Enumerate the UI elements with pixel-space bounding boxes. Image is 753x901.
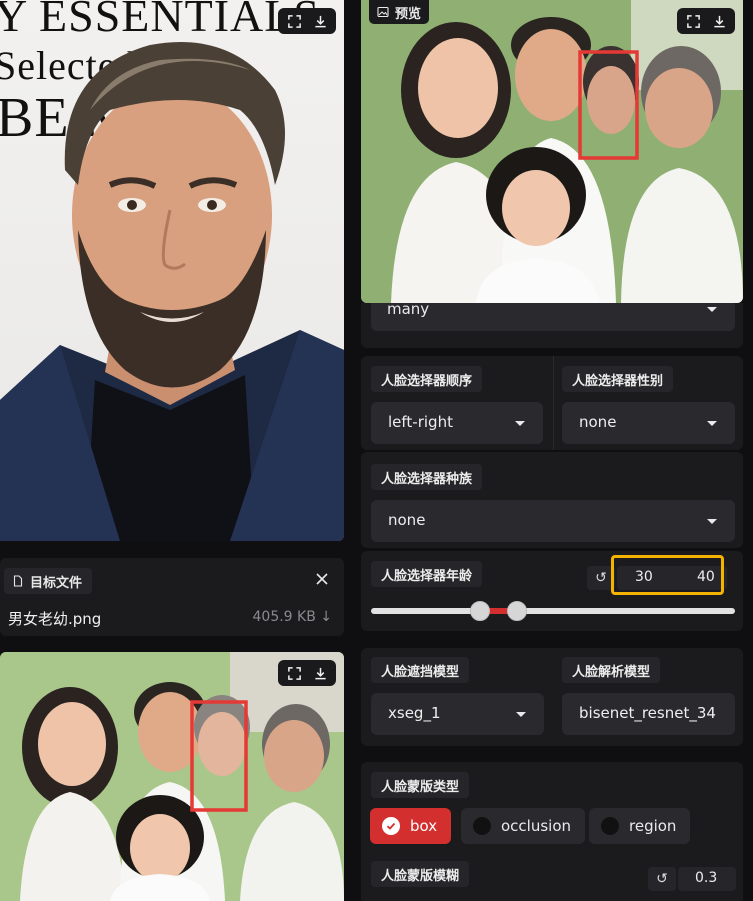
face-selector-race-label: 人脸选择器种族 (371, 464, 483, 490)
face-selector-gender-label: 人脸选择器性别 (562, 366, 674, 392)
target-image-toolbar (278, 660, 336, 686)
face-selector-mode-value: many (387, 300, 430, 318)
age-range-slider[interactable] (371, 601, 735, 621)
face-selector-order-label: 人脸选择器顺序 (371, 366, 483, 392)
chevron-down-icon (515, 421, 525, 426)
face-mask-types-label: 人脸蒙版类型 (371, 772, 470, 798)
target-file-panel: 目标文件 男女老幼.png 405.9 KB ↓ (0, 558, 344, 636)
chevron-down-icon (707, 307, 717, 312)
face-selector-race-dropdown[interactable]: none (371, 500, 735, 542)
source-image: Y ESSENTIALS Selected BE M (0, 0, 344, 541)
face-selector-order-dropdown[interactable]: left-right (371, 402, 543, 444)
face-selector-gender-value: none (579, 413, 617, 431)
image-icon (377, 6, 389, 18)
mask-type-occlusion[interactable]: occlusion (461, 808, 586, 844)
target-family-illustration (0, 652, 344, 901)
file-icon (13, 575, 23, 587)
age-slider-thumb-max[interactable] (506, 601, 527, 621)
chevron-down-icon (707, 421, 717, 426)
face-parser-model-label: 人脸解析模型 (562, 657, 661, 683)
face-selector-mode-panel: many (361, 300, 743, 348)
target-file-label-text: 目标文件 (30, 575, 83, 591)
preview-image: 预览 (361, 0, 743, 303)
age-highlight-box (611, 555, 724, 595)
radio-dot-icon (601, 817, 619, 835)
target-file-name[interactable]: 男女老幼.png (8, 608, 101, 629)
preview-label: 预览 (369, 0, 430, 24)
age-slider-thumb-min[interactable] (470, 601, 491, 621)
face-parser-model-value: bisenet_resnet_34 (579, 704, 716, 722)
chevron-down-icon (707, 519, 717, 524)
blur-value: 0.3 (695, 870, 718, 886)
download-button[interactable] (308, 9, 332, 33)
preview-label-text: 预览 (395, 6, 422, 22)
face-parser-model-dropdown[interactable]: bisenet_resnet_34 (562, 693, 735, 735)
target-file-size: 405.9 KB ↓ (252, 609, 333, 625)
preview-fullscreen-button[interactable] (681, 9, 705, 33)
source-image-toolbar (278, 8, 336, 34)
target-image (0, 652, 344, 901)
mask-type-region-label: region (629, 817, 677, 835)
face-selector-age-label: 人脸选择器年龄 (371, 561, 483, 587)
face-selector-age-card: 人脸选择器年龄 ↺ 30 40 (361, 551, 743, 631)
face-selector-order-value: left-right (388, 413, 453, 431)
target-file-label: 目标文件 (4, 568, 93, 594)
mask-type-region[interactable]: region (589, 808, 691, 844)
face-selector-race-card: 人脸选择器种族 none (361, 452, 743, 548)
download-icon (713, 15, 725, 27)
face-mask-card: 人脸蒙版类型 box occlusion region 人脸蒙版模糊 ↺ 0.3 (361, 762, 743, 901)
preview-toolbar (677, 8, 735, 34)
fullscreen-icon (287, 666, 301, 680)
fullscreen-icon (686, 14, 700, 28)
target-download-button[interactable] (308, 661, 332, 685)
preview-family-illustration (361, 0, 743, 303)
mask-type-box-label: box (410, 817, 438, 835)
face-occluder-model-dropdown[interactable]: xseg_1 (371, 693, 544, 735)
download-icon (314, 15, 326, 27)
face-occluder-model-label: 人脸遮挡模型 (371, 657, 470, 683)
chevron-down-icon (516, 712, 526, 717)
fullscreen-icon (287, 14, 301, 28)
checkmark-icon (382, 817, 400, 835)
age-slider-track (371, 608, 735, 614)
target-fullscreen-button[interactable] (282, 661, 306, 685)
radio-dot-icon (473, 817, 491, 835)
blur-input[interactable]: 0.3 (678, 867, 736, 891)
mask-type-occlusion-label: occlusion (501, 817, 572, 835)
close-icon[interactable] (314, 571, 330, 587)
fullscreen-button[interactable] (282, 9, 306, 33)
blur-reset-button[interactable]: ↺ (648, 867, 676, 891)
face-selector-gender-dropdown[interactable]: none (562, 402, 735, 444)
download-icon (314, 667, 326, 679)
face-mask-blur-label: 人脸蒙版模糊 (371, 861, 470, 887)
preview-download-button[interactable] (707, 9, 731, 33)
face-occluder-model-value: xseg_1 (388, 704, 441, 722)
source-portrait-illustration (0, 42, 344, 541)
face-selector-mode-dropdown[interactable]: many (371, 300, 735, 331)
mask-type-box[interactable]: box (370, 808, 452, 844)
face-selector-race-value: none (388, 511, 426, 529)
face-models-card: 人脸遮挡模型 xseg_1 人脸解析模型 bisenet_resnet_34 (361, 648, 743, 746)
face-selector-order-gender-card: 人脸选择器顺序 left-right 人脸选择器性别 none (361, 356, 743, 450)
divider (553, 356, 554, 450)
